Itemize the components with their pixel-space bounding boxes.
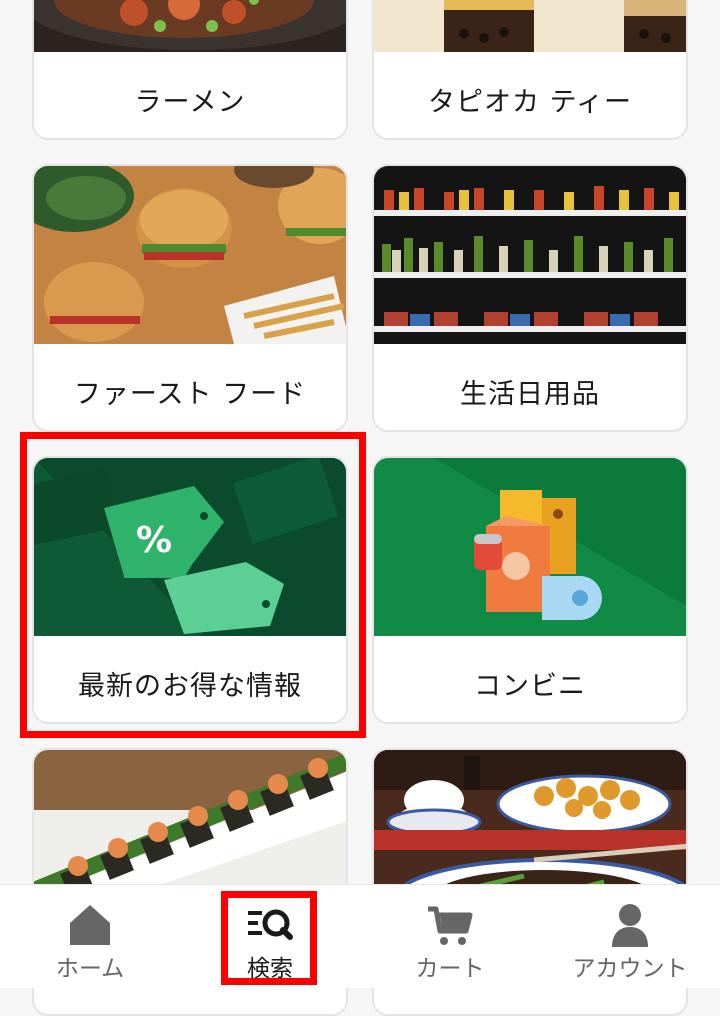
category-label: 最新のお得な情報 <box>78 671 302 702</box>
account-icon <box>604 901 656 949</box>
ramen-image <box>34 0 346 52</box>
daily-goods-image <box>374 166 686 344</box>
nav-home[interactable]: ホーム <box>0 885 180 989</box>
category-grid: ラーメン タピオカ ティー ファースト フード 生活日用品 % 最新のお得な情報… <box>0 0 720 1016</box>
nav-account-label: アカウント <box>572 956 688 982</box>
konbini-image <box>374 458 686 636</box>
nav-cart[interactable]: カート <box>360 885 540 989</box>
category-label: コンビニ <box>474 671 586 702</box>
category-label: ラーメン <box>134 87 246 118</box>
category-label: タピオカ ティー <box>428 87 632 118</box>
home-icon <box>64 901 116 949</box>
category-label: 生活日用品 <box>460 379 600 410</box>
category-card-latest-deals[interactable]: % 最新のお得な情報 <box>32 456 348 724</box>
nav-search[interactable]: 検索 <box>180 885 360 989</box>
nav-account[interactable]: アカウント <box>540 885 720 989</box>
bottom-navigation: ホーム 検索 カート アカウント <box>0 884 720 988</box>
search-icon <box>244 901 296 949</box>
category-card-tapioca-tea[interactable]: タピオカ ティー <box>372 0 688 140</box>
category-card-daily-goods[interactable]: 生活日用品 <box>372 164 688 432</box>
svg-text:%: % <box>136 520 172 561</box>
tapioca-tea-image <box>374 0 686 52</box>
nav-search-label: 検索 <box>247 956 293 982</box>
latest-deals-image: % <box>34 458 346 636</box>
nav-home-label: ホーム <box>55 956 125 982</box>
fast-food-image <box>34 166 346 344</box>
category-card-ramen[interactable]: ラーメン <box>32 0 348 140</box>
nav-cart-label: カート <box>415 956 485 982</box>
category-card-fast-food[interactable]: ファースト フード <box>32 164 348 432</box>
category-card-konbini[interactable]: コンビニ <box>372 456 688 724</box>
cart-icon <box>424 901 476 949</box>
category-label: ファースト フード <box>73 379 307 410</box>
